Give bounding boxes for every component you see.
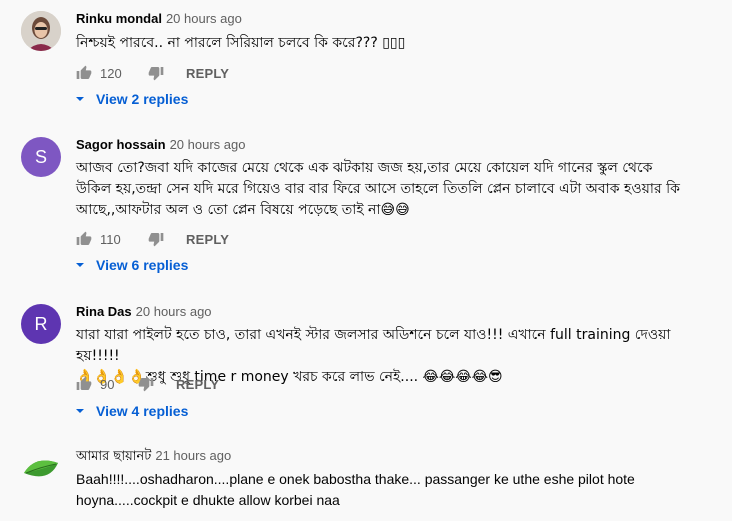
chevron-down-icon	[76, 409, 84, 413]
leaf-icon	[24, 460, 58, 477]
avatar-letter: S	[34, 146, 47, 167]
thumbs-up-icon[interactable]	[76, 231, 92, 247]
comment-text: আজব তো?জবা যদি কাজের মেয়ে থেকে এক ঝটকায…	[76, 158, 716, 221]
chevron-down-icon	[76, 97, 84, 101]
comment-timestamp[interactable]: 20 hours ago	[166, 11, 242, 26]
thumbs-down-icon[interactable]	[138, 376, 154, 392]
comment-text-line: আছে,,আফটার অল ও তো প্লেন বিষয়ে পড়েছে ত…	[76, 202, 410, 218]
comment-text-line: যারা যারা পাইলট হতে চাও, তারা এখনই স্টার…	[76, 327, 671, 364]
comment-text: নিশ্চয়ই পারবে.. না পারলে সিরিয়াল চলবে …	[76, 33, 716, 54]
view-replies-button[interactable]: View 6 replies	[74, 257, 188, 273]
reply-button[interactable]: REPLY	[186, 232, 229, 247]
avatar-letter: R	[34, 313, 48, 334]
reply-button[interactable]: REPLY	[186, 66, 229, 81]
author-name[interactable]: আমার ছায়ানট	[76, 449, 151, 464]
comment-timestamp[interactable]: 20 hours ago	[136, 304, 212, 319]
author-name[interactable]: Rinku mondal	[76, 11, 162, 26]
comment-text-line: নিশ্চয়ই পারবে.. না পারলে সিরিয়াল চলবে …	[76, 35, 406, 51]
comment-timestamp[interactable]: 21 hours ago	[155, 448, 231, 463]
avatar[interactable]: R	[21, 304, 61, 344]
avatar-photo-icon	[21, 11, 61, 51]
comment-text-line: আজব তো?জবা যদি কাজের মেয়ে থেকে এক ঝটকায…	[76, 160, 653, 176]
comment-text-line: উকিল হয়,তন্দ্রা সেন যদি মরে গিয়েও বার …	[76, 181, 680, 197]
avatar[interactable]: S	[21, 137, 61, 177]
comment-timestamp[interactable]: 20 hours ago	[170, 137, 246, 152]
chevron-down-icon	[76, 263, 84, 267]
author-name[interactable]: Sagor hossain	[76, 137, 166, 152]
comment-text-line: hoyna.....cockpit e dhukte allow korbei …	[76, 492, 340, 508]
view-replies-label: View 6 replies	[96, 257, 189, 273]
comment-item: R Rina Das 20 hours ago যারা যারা পাইলট হ…	[0, 290, 732, 435]
comment-item: আমার ছায়ানট 21 hours ago Baah!!!!....osh…	[0, 435, 732, 521]
avatar[interactable]	[21, 449, 61, 489]
view-replies-label: View 4 replies	[96, 403, 189, 419]
thumbs-down-icon[interactable]	[148, 231, 164, 247]
comment-item: Rinku mondal 20 hours ago নিশ্চয়ই পারবে.…	[0, 0, 732, 125]
view-replies-label: View 2 replies	[96, 91, 189, 107]
thumbs-up-icon[interactable]	[76, 65, 92, 81]
thumbs-down-icon[interactable]	[148, 65, 164, 81]
author-name[interactable]: Rina Das	[76, 304, 132, 319]
comment-text: Baah!!!!....oshadharon....plane e onek b…	[76, 469, 716, 511]
like-count: 110	[100, 231, 121, 247]
thumbs-up-icon[interactable]	[76, 376, 92, 392]
view-replies-button[interactable]: View 2 replies	[74, 91, 188, 107]
comment-item: S Sagor hossain 20 hours ago আজব তো?জবা য…	[0, 125, 732, 290]
avatar[interactable]	[21, 11, 61, 51]
view-replies-button[interactable]: View 4 replies	[74, 403, 188, 419]
like-count: 120	[100, 65, 122, 81]
like-count: 90	[100, 376, 115, 392]
reply-button[interactable]: REPLY	[176, 377, 219, 392]
comment-text-line: Baah!!!!....oshadharon....plane e onek b…	[76, 471, 635, 487]
